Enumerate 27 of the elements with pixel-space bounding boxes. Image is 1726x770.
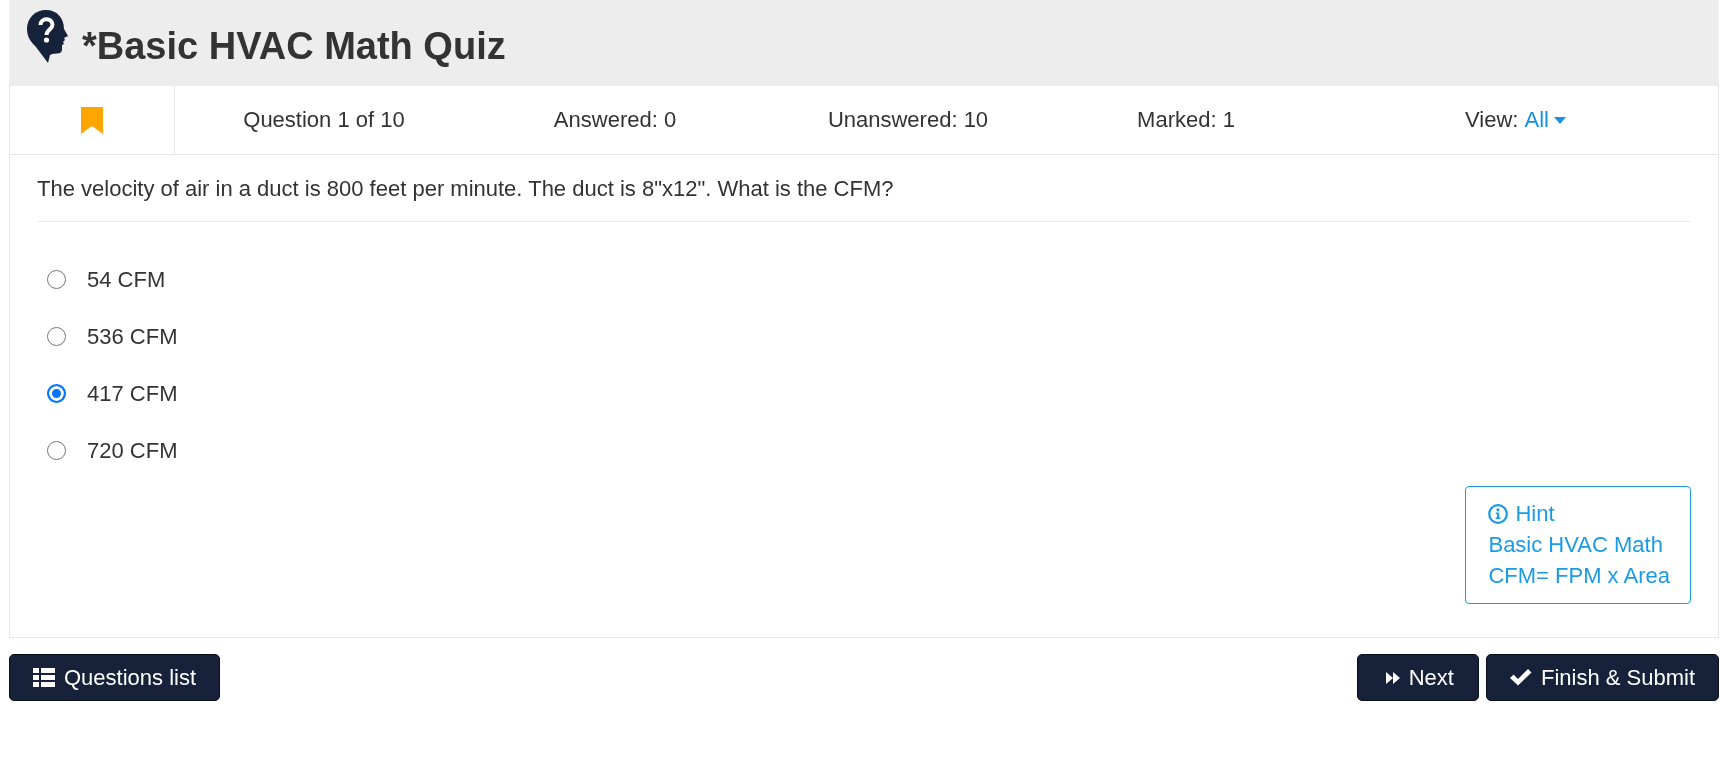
radio-button[interactable]: [47, 441, 66, 460]
hint-text: CFM= FPM x Area: [1488, 562, 1670, 590]
check-icon: [1509, 669, 1532, 686]
status-counter: Unanswered: 10: [827, 107, 989, 133]
option-label: 720 CFM: [87, 437, 178, 465]
option-label: 536 CFM: [87, 323, 178, 351]
radio-button[interactable]: [47, 327, 66, 346]
head-question-icon: [26, 9, 69, 64]
radio-button[interactable]: [47, 270, 66, 289]
quiz-title: *Basic HVAC Math Quiz: [82, 24, 506, 69]
status-counter: Question 1 of 10: [243, 107, 405, 133]
finish-submit-button[interactable]: Finish & Submit: [1485, 654, 1719, 701]
next-button[interactable]: Next: [1356, 654, 1479, 701]
list-icon: [33, 668, 55, 687]
view-label: View:: [1465, 107, 1519, 133]
question-text: The velocity of air in a duct is 800 feet per minute. The duct is 8"x12". What is the CFM?: [37, 175, 895, 203]
fast-forward-icon: [1385, 670, 1400, 685]
option-label: 417 CFM: [87, 380, 178, 408]
hint-title: Hint: [1515, 500, 1555, 528]
info-icon: [1488, 503, 1509, 524]
caret-icon: [1553, 116, 1566, 124]
questions-list-button[interactable]: Questions list: [9, 654, 221, 701]
status-counter: Marked: 1: [1137, 107, 1235, 133]
radio-button[interactable]: [47, 384, 66, 403]
status-counter: Answered: 0: [553, 107, 677, 133]
hint-text: Basic HVAC Math: [1488, 531, 1664, 559]
option-label: 54 CFM: [87, 266, 166, 294]
